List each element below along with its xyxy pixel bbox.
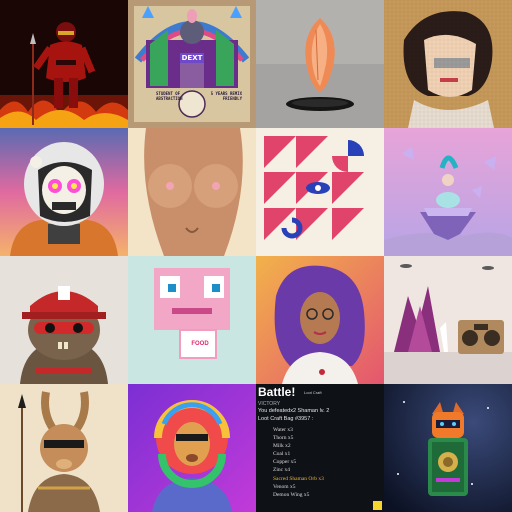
tile-space-cat-robot[interactable] bbox=[384, 384, 512, 512]
dext-label: DEXT bbox=[180, 53, 204, 63]
loot-item-highlight: Sacred Shaman Orb x3 bbox=[273, 475, 324, 482]
boombox-scene-image bbox=[384, 256, 512, 384]
geometric-triangles-image bbox=[256, 128, 384, 256]
floating-island-image bbox=[384, 128, 512, 256]
tile-dext-poster[interactable]: DEXT STUDENT OF ABSTRACTION 5 YEARS REMI… bbox=[128, 0, 256, 128]
capped-creature-image bbox=[0, 256, 128, 384]
loot-item: Water x3 bbox=[273, 427, 293, 433]
tile-floating-crystal[interactable] bbox=[256, 0, 384, 128]
tile-skull-astronaut[interactable] bbox=[0, 128, 128, 256]
tribal-rabbit-image bbox=[0, 384, 128, 512]
battle-status: VICTORY bbox=[258, 401, 281, 407]
purple-hair-woman-image bbox=[256, 256, 384, 384]
pixel-portrait-image bbox=[384, 0, 512, 128]
billboard-text: FOOD bbox=[191, 341, 209, 347]
tile-boombox-scene[interactable] bbox=[384, 256, 512, 384]
tile-pink-block[interactable]: FOOD bbox=[128, 256, 256, 384]
tile-rainbow-lion[interactable] bbox=[128, 384, 256, 512]
battle-bag: Loot Craft Bag #3957 : bbox=[258, 416, 314, 422]
floating-crystal-image bbox=[256, 0, 384, 128]
tile-red-demon[interactable] bbox=[0, 0, 128, 128]
tile-purple-hair-woman[interactable] bbox=[256, 256, 384, 384]
tile-capped-creature[interactable] bbox=[0, 256, 128, 384]
poster-left-caption: STUDENT OF ABSTRACTION bbox=[156, 91, 183, 101]
tile-tribal-rabbit[interactable] bbox=[0, 384, 128, 512]
tile-battle-card[interactable]: Battle! Loot Craft VICTORY You defeatedx… bbox=[256, 384, 384, 512]
loot-item: Copper x5 bbox=[273, 459, 297, 466]
pink-block-image bbox=[128, 256, 256, 384]
tile-abstract-figure[interactable] bbox=[128, 128, 256, 256]
loot-item: Milk x2 bbox=[273, 443, 291, 450]
battle-title: Battle! bbox=[258, 385, 296, 399]
tile-pixel-portrait[interactable] bbox=[384, 0, 512, 128]
loot-list: Water x3 Thorn x5 Milk x2 Coal x1 Copper… bbox=[273, 426, 324, 499]
abstract-figure-image bbox=[128, 128, 256, 256]
loot-item: Venom x5 bbox=[273, 483, 296, 490]
loot-item: Thorn x5 bbox=[273, 435, 294, 442]
tile-geometric-triangles[interactable] bbox=[256, 128, 384, 256]
dext-poster-image bbox=[128, 0, 256, 128]
rainbow-lion-image bbox=[128, 384, 256, 512]
skull-astronaut-image bbox=[0, 128, 128, 256]
nft-gallery-grid: DEXT STUDENT OF ABSTRACTION 5 YEARS REMI… bbox=[0, 0, 512, 512]
space-cat-robot-image bbox=[384, 384, 512, 512]
battle-card: Battle! Loot Craft VICTORY You defeatedx… bbox=[256, 384, 384, 512]
tile-floating-island[interactable] bbox=[384, 128, 512, 256]
poster-right-caption: 5 YEARS REMIX FRIENDLY bbox=[210, 91, 242, 101]
loot-item: Coal x1 bbox=[273, 451, 291, 458]
battle-summary: You defeatedx2 Shaman lv. 2 bbox=[258, 408, 330, 414]
loot-item: Demon Wing x5 bbox=[273, 491, 310, 498]
loot-item: Zinc x4 bbox=[273, 467, 290, 474]
battle-subtitle: Loot Craft bbox=[304, 390, 322, 395]
corner-badge-icon bbox=[373, 501, 382, 510]
red-demon-image bbox=[0, 0, 128, 128]
